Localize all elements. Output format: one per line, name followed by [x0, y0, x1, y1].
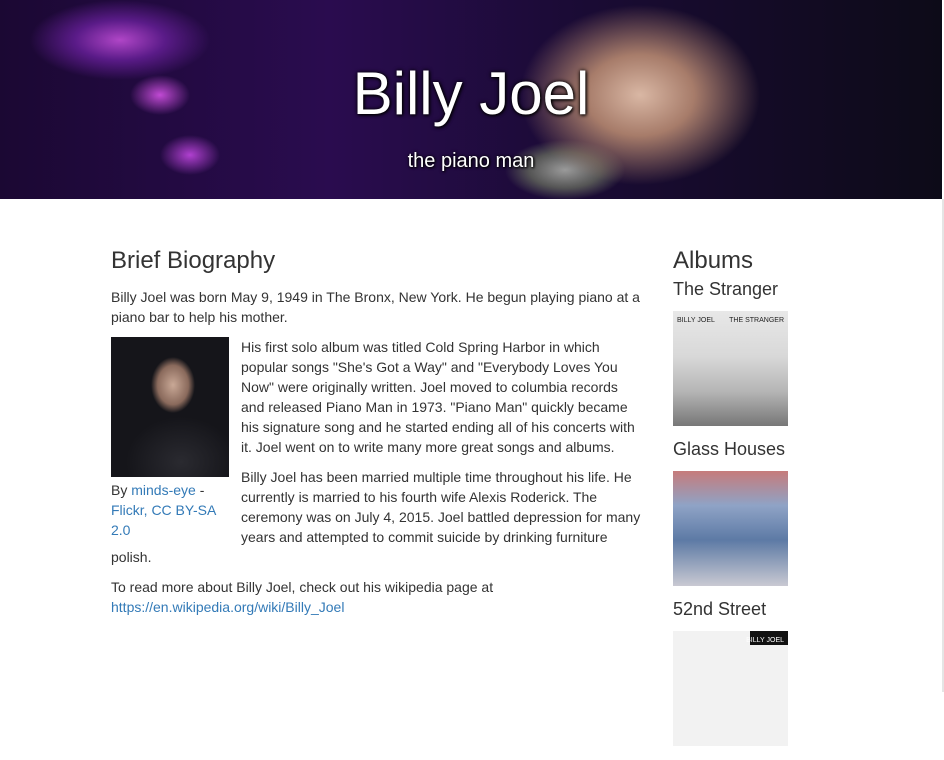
- page-subtitle: the piano man: [407, 150, 535, 172]
- wikipedia-link[interactable]: https://en.wikipedia.org/wiki/Billy_Joel: [111, 599, 344, 615]
- caption-prefix: By: [111, 482, 132, 498]
- album-cover-52nd-street: BILLY JOEL: [673, 631, 788, 746]
- biography-intro: Billy Joel was born May 9, 1949 in The B…: [111, 289, 640, 325]
- biography-figure: By minds-eye - Flickr, CC BY-SA 2.0: [111, 337, 229, 540]
- album-cover-glass-houses: [673, 471, 788, 586]
- cover-text: BILLY JOEL: [677, 637, 784, 644]
- caption-license-link[interactable]: Flickr, CC BY-SA 2.0: [111, 502, 216, 538]
- billy-joel-photo: [111, 337, 229, 477]
- hero-banner: Billy Joel the piano man: [0, 0, 942, 199]
- album-title-the-stranger: The Stranger: [673, 279, 779, 299]
- cover-text: BILLY JOEL THE STRANGER: [677, 317, 784, 324]
- albums-heading: Albums: [673, 247, 754, 274]
- biography-heading: Brief Biography: [111, 247, 276, 274]
- cover-text-left: BILLY JOEL: [677, 317, 715, 324]
- photo-caption: By minds-eye - Flickr, CC BY-SA 2.0: [111, 480, 229, 540]
- albums-section: Albums The Stranger BILLY JOEL THE STRAN…: [673, 246, 793, 760]
- read-more-text: To read more about Billy Joel, check out…: [111, 579, 494, 595]
- album-cover-the-stranger: BILLY JOEL THE STRANGER: [673, 311, 788, 426]
- cover-text-right: THE STRANGER: [729, 317, 784, 324]
- cover-text-right: BILLY JOEL: [746, 637, 784, 644]
- caption-separator: -: [195, 482, 205, 498]
- page-title: Billy Joel: [352, 60, 590, 127]
- album-title-52nd-street: 52nd Street: [673, 599, 767, 619]
- read-more-paragraph: To read more about Billy Joel, check out…: [111, 577, 645, 617]
- album-title-glass-houses: Glass Houses: [673, 439, 786, 459]
- caption-author-link[interactable]: minds-eye: [131, 482, 196, 498]
- biography-section: Brief Biography Billy Joel was born May …: [111, 246, 645, 627]
